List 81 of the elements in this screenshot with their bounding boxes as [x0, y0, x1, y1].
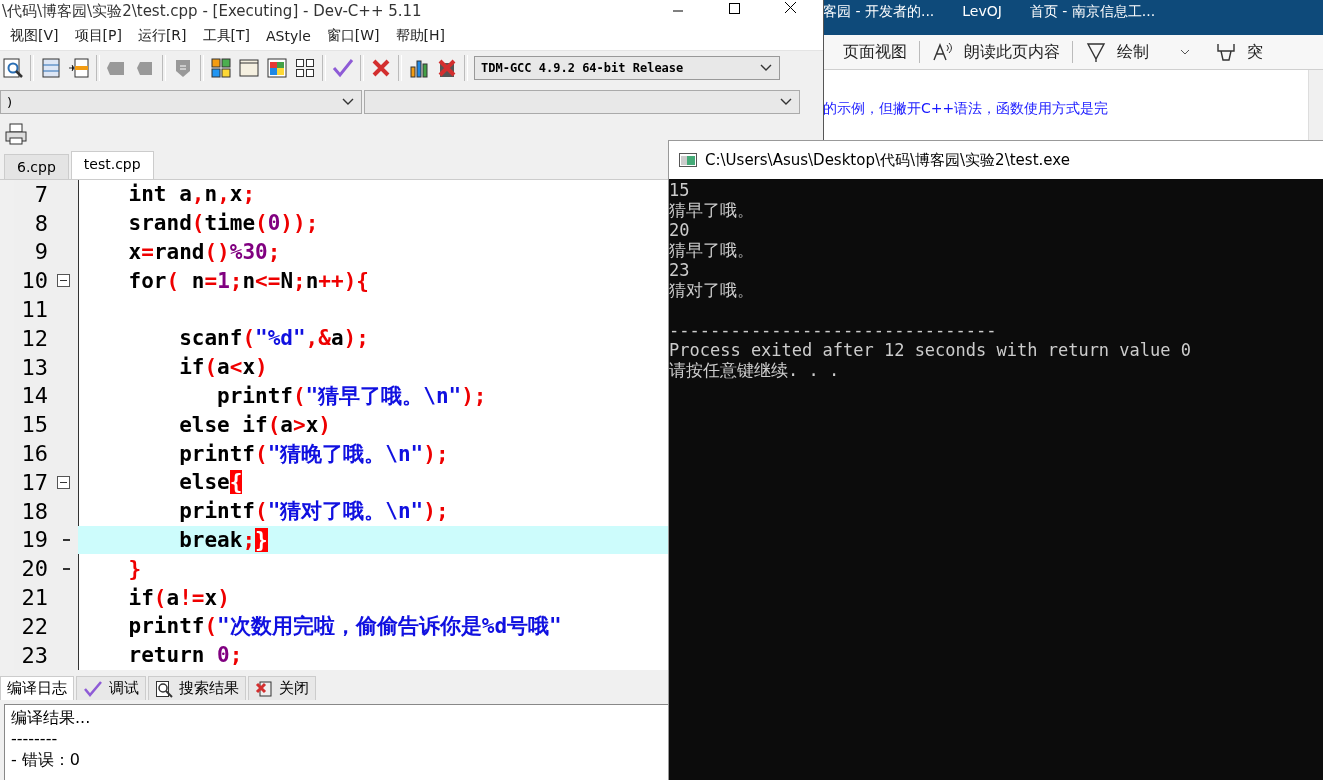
log-line: 编译结果... — [11, 707, 92, 728]
window-icon[interactable] — [238, 57, 260, 79]
color-window-icon[interactable] — [266, 57, 288, 79]
code-line: printf("猜对了哦。\n"); — [178, 498, 449, 526]
panel-tab[interactable]: 编译日志 — [0, 676, 74, 700]
code-line: return 0; — [127, 643, 243, 668]
code-line: srand(time(0)); — [127, 211, 319, 236]
browser-tab[interactable]: 客园 - 开发者的... — [823, 2, 935, 20]
menu-item[interactable]: 工具[T] — [202, 27, 251, 45]
compiler-dropdown[interactable]: TDM-GCC 4.9.2 64-bit Release — [474, 56, 780, 80]
file-tab[interactable]: test.cpp — [70, 151, 154, 179]
close-icon — [255, 679, 273, 698]
code-line: } — [127, 556, 142, 581]
toolbar-button[interactable]: 朗读此页内容 — [920, 41, 1072, 63]
highlighter-icon — [1215, 41, 1237, 63]
menu-item[interactable]: AStyle — [266, 28, 311, 44]
class-dropdown[interactable]: ) — [0, 90, 362, 114]
bar-chart-icon[interactable] — [408, 57, 430, 79]
collapse-icon[interactable] — [57, 475, 70, 489]
check-icon[interactable] — [332, 57, 354, 79]
browser-tab[interactable]: LevOJ — [962, 2, 1002, 20]
console-line: -------------------------------- — [669, 320, 998, 340]
pen-icon — [1085, 41, 1107, 63]
log-line: -------- — [11, 728, 59, 749]
collapse-icon[interactable] — [57, 274, 70, 288]
code-line: int a,n,x; — [127, 182, 256, 207]
code-line: else{ — [178, 470, 243, 495]
grid-icon[interactable] — [210, 57, 232, 79]
log-line: - 错误：0 — [11, 749, 82, 770]
toolbar-button[interactable]: 绘制 — [1073, 41, 1203, 63]
chevron-icon — [341, 97, 355, 107]
panel-tab[interactable]: 调试 — [76, 676, 146, 700]
search-icon[interactable] — [2, 57, 24, 79]
chevron-icon — [779, 97, 793, 107]
console-line: 猜对了哦。 — [669, 280, 755, 300]
chevron-icon — [1179, 48, 1191, 56]
tiles-icon[interactable] — [294, 57, 316, 79]
check-icon — [83, 679, 103, 698]
console-line: 20 — [669, 220, 691, 240]
chevron-icon — [759, 63, 773, 73]
fold-end-icon — [63, 538, 70, 541]
menu-item[interactable]: 帮助[H] — [395, 27, 445, 45]
code-line: if(a<x) — [178, 355, 268, 380]
code-line: printf("猜早了哦。\n"); — [216, 382, 487, 410]
console-line: 猜早了哦。 — [669, 200, 755, 220]
console-line: 请按任意键继续. . . — [669, 360, 841, 380]
read-aloud-icon — [932, 42, 954, 62]
menu-item[interactable]: 运行[R] — [137, 27, 187, 45]
window-title: \代码\博客园\实验2\test.cpp - [Executing] - Dev-C++ 5.11 — [1, 2, 422, 20]
code-line: printf("猜晚了哦。\n"); — [178, 440, 449, 468]
code-line: printf("次数用完啦，偷偷告诉你是%d号哦" — [127, 613, 562, 641]
code-line: if(a!=x) — [127, 585, 230, 610]
page-text: 的示例，但撇开C++语法，函数使用方式是完 — [823, 100, 1109, 116]
menu-item[interactable]: 窗口[W] — [326, 27, 380, 45]
close-icon[interactable] — [370, 57, 392, 79]
browser-tab[interactable]: 首页 - 南京信息工... — [1029, 2, 1156, 20]
panel-tab[interactable]: 关闭 — [248, 676, 316, 700]
code-line: x=rand()%30; — [127, 240, 281, 264]
code-line: else if(a>x) — [178, 412, 331, 437]
code-line: scanf("%d",&a); — [178, 326, 369, 351]
line-number: 19 — [14, 525, 48, 555]
console-line: 23 — [669, 260, 691, 280]
window-title: C:\Users\Asus\Desktop\代码\博客园\实验2\test.exe — [705, 150, 1070, 170]
console-icon — [679, 153, 697, 167]
file-tab[interactable]: 6.cpp — [4, 154, 69, 179]
console-line: Process exited after 12 seconds with return value 0 — [669, 340, 1192, 360]
console-line: 15 — [669, 180, 691, 200]
console-line: 猜早了哦。 — [669, 240, 755, 260]
print-icon[interactable] — [3, 121, 29, 147]
search-icon — [155, 679, 173, 698]
delete-chart-icon[interactable] — [436, 57, 458, 79]
menu-item[interactable]: 项目[P] — [74, 27, 122, 45]
code-line: for( n=1;n<=N;n++){ — [127, 268, 369, 293]
panel-tab[interactable]: 搜索结果 — [148, 676, 246, 700]
toolbar-button[interactable]: 页面视图 — [831, 41, 919, 63]
window-icon[interactable] — [40, 57, 62, 79]
toolbar-button[interactable]: 突 — [1203, 41, 1275, 63]
split-window-icon[interactable] — [68, 57, 90, 79]
menu-item[interactable]: 视图[V] — [10, 27, 59, 45]
code-line: break;} — [178, 527, 268, 552]
fold-end-icon — [63, 567, 70, 570]
